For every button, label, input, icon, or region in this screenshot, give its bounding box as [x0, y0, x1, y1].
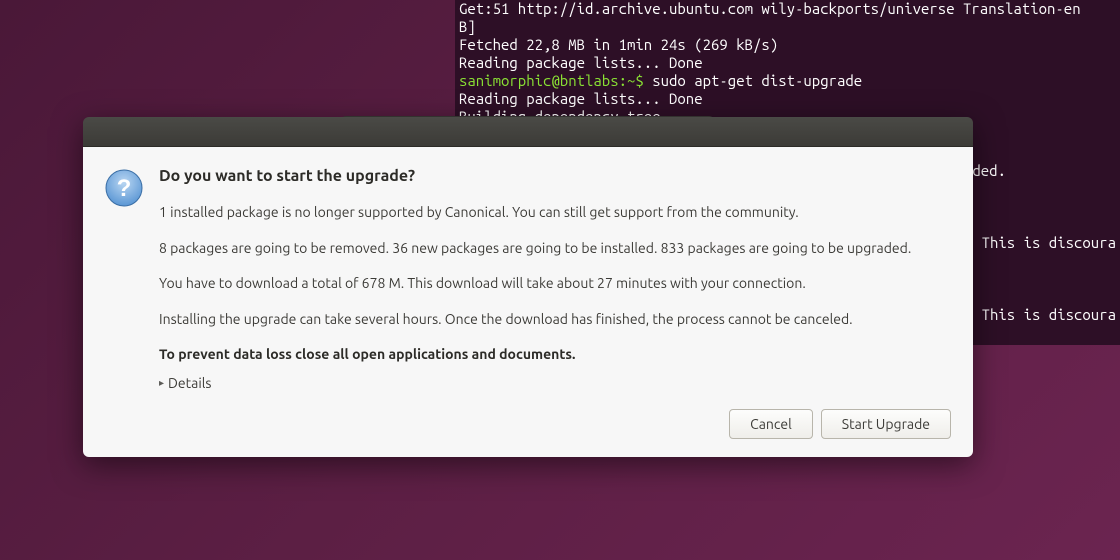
terminal-line: Reading package lists... Done: [459, 90, 703, 107]
terminal-line: Fetched 22,8 MB in 1min 24s (269 kB/s): [459, 36, 778, 53]
dialog-body: ? Do you want to start the upgrade? 1 in…: [83, 147, 973, 457]
terminal-command: sudo apt-get dist-upgrade: [652, 72, 862, 89]
cancel-button[interactable]: Cancel: [729, 409, 813, 439]
details-label: Details: [168, 375, 211, 391]
terminal-line: Get:51 http://id.archive.ubuntu.com wily…: [459, 0, 1081, 17]
svg-text:?: ?: [117, 175, 132, 202]
dialog-warning: To prevent data loss close all open appl…: [159, 345, 951, 365]
dialog-paragraph: Installing the upgrade can take several …: [159, 310, 951, 330]
dialog-paragraph: 8 packages are going to be removed. 36 n…: [159, 239, 951, 259]
dialog-paragraph: 1 installed package is no longer support…: [159, 203, 951, 223]
terminal-prompt: sanimorphic@bntlabs:~$: [459, 72, 652, 89]
terminal-line: Reading package lists... Done: [459, 54, 703, 71]
question-icon: ?: [105, 169, 143, 207]
dialog-paragraph: You have to download a total of 678 M. T…: [159, 274, 951, 294]
start-upgrade-button[interactable]: Start Upgrade: [821, 409, 951, 439]
dialog-button-row: Cancel Start Upgrade: [159, 409, 951, 439]
terminal-line: B]: [459, 18, 476, 35]
dialog-titlebar[interactable]: [83, 117, 973, 147]
upgrade-dialog: ? Do you want to start the upgrade? 1 in…: [83, 117, 973, 457]
details-expander[interactable]: ▸ Details: [159, 375, 951, 391]
dialog-content: Do you want to start the upgrade? 1 inst…: [159, 167, 951, 439]
chevron-right-icon: ▸: [159, 377, 164, 389]
dialog-title: Do you want to start the upgrade?: [159, 167, 951, 185]
